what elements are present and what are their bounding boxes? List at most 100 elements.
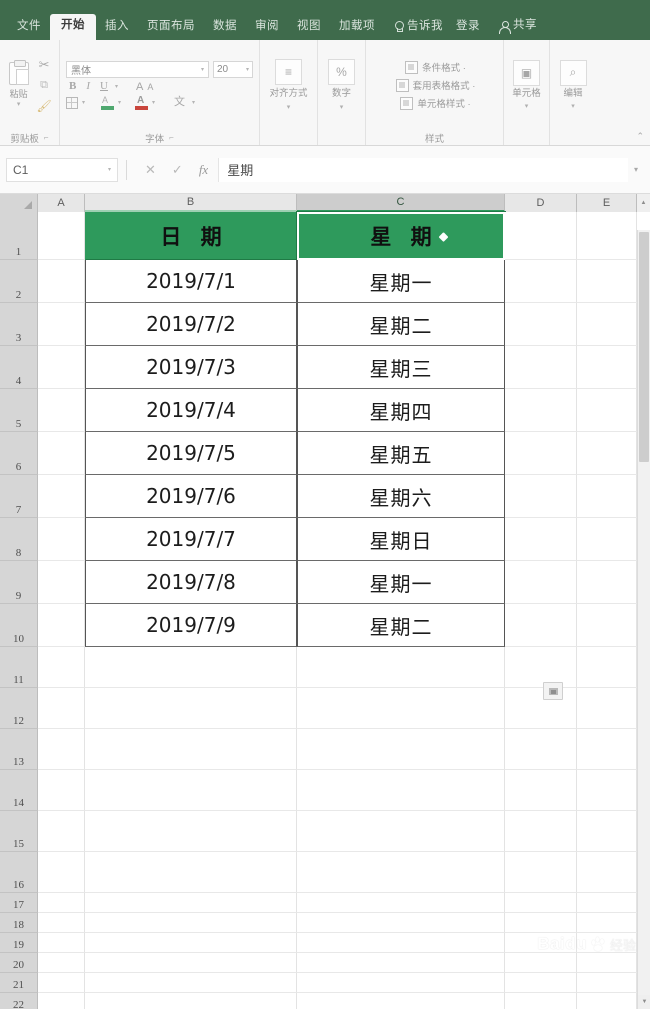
insert-cells-icon[interactable]: ▣ (513, 59, 540, 86)
cell-C15[interactable] (297, 811, 505, 852)
row-header-19[interactable]: 19 (0, 933, 38, 953)
cell-A3[interactable] (38, 303, 85, 346)
cell-D13[interactable] (505, 729, 577, 770)
cut-icon[interactable]: ✂ (39, 58, 50, 71)
cell-E11[interactable] (577, 647, 637, 688)
cell-A13[interactable] (38, 729, 85, 770)
cell-A6[interactable] (38, 432, 85, 475)
font-dialog-launcher[interactable]: ⌐ (169, 133, 174, 142)
cell-C14[interactable] (297, 770, 505, 811)
cell-E7[interactable] (577, 475, 637, 518)
format-painter-icon[interactable]: 🖌 (36, 100, 51, 112)
cell-D5[interactable] (505, 389, 577, 432)
row-header-17[interactable]: 17 (0, 893, 38, 913)
cell-C13[interactable] (297, 729, 505, 770)
underline-caret-icon[interactable]: ▾ (115, 83, 118, 90)
cell-D6[interactable] (505, 432, 577, 475)
cell-D12[interactable] (505, 688, 577, 729)
cell-E9[interactable] (577, 561, 637, 604)
cell-D18[interactable] (505, 913, 577, 933)
cell-B8[interactable]: 2019/7/7 (85, 518, 297, 561)
cell-A5[interactable] (38, 389, 85, 432)
cell-A21[interactable] (38, 973, 85, 993)
cell-A1[interactable] (38, 212, 85, 260)
row-header-9[interactable]: 9 (0, 561, 38, 604)
tab-home[interactable]: 开始 (50, 13, 96, 40)
cell-B2[interactable]: 2019/7/1 (85, 260, 297, 303)
cell-B3[interactable]: 2019/7/2 (85, 303, 297, 346)
name-box[interactable]: C1 ▾ (6, 157, 118, 182)
cell-A2[interactable] (38, 260, 85, 303)
shrink-font-button[interactable]: A (147, 82, 153, 92)
tab-review[interactable]: 审阅 (246, 16, 288, 41)
cell-E1[interactable] (577, 212, 637, 260)
vertical-scrollbar-thumb[interactable] (639, 232, 649, 462)
cell-A11[interactable] (38, 647, 85, 688)
cell-E12[interactable] (577, 688, 637, 729)
cell-E14[interactable] (577, 770, 637, 811)
tab-data[interactable]: 数据 (204, 16, 246, 41)
cell-A4[interactable] (38, 346, 85, 389)
font-size-input[interactable]: 20 ▾ (213, 60, 253, 78)
row-header-13[interactable]: 13 (0, 729, 38, 770)
cell-B11[interactable] (85, 647, 297, 688)
cell-E21[interactable] (577, 973, 637, 993)
row-header-1[interactable]: 1 (0, 212, 38, 260)
cell-B12[interactable] (85, 688, 297, 729)
cell-B20[interactable] (85, 953, 297, 973)
cell-E5[interactable] (577, 389, 637, 432)
tab-page-layout[interactable]: 页面布局 (138, 16, 204, 41)
row-header-11[interactable]: 11 (0, 647, 38, 688)
cell-D19[interactable] (505, 933, 577, 953)
tab-insert[interactable]: 插入 (96, 16, 138, 41)
tab-view[interactable]: 视图 (288, 16, 330, 41)
scroll-down-button[interactable]: ▼ (638, 995, 650, 1009)
column-header-d[interactable]: D (505, 194, 577, 212)
cell-E18[interactable] (577, 913, 637, 933)
cell-C17[interactable] (297, 893, 505, 913)
cell-C11[interactable] (297, 647, 505, 688)
cell-C12[interactable] (297, 688, 505, 729)
cell-C8[interactable]: 星期日 (297, 518, 505, 561)
fill-color-caret-icon[interactable]: ▾ (118, 99, 121, 106)
alignment-button[interactable]: ≡ (275, 58, 302, 85)
copy-icon[interactable]: ⧉ (40, 79, 48, 91)
share-button[interactable]: 共享 (489, 15, 547, 40)
row-header-2[interactable]: 2 (0, 260, 38, 303)
paste-caret-icon[interactable]: ▾ (17, 100, 21, 108)
expand-formula-bar-icon[interactable]: ▾ (628, 165, 644, 174)
search-icon[interactable]: ⌕ (559, 59, 587, 86)
grow-font-button[interactable]: A (136, 81, 143, 93)
row-header-14[interactable]: 14 (0, 770, 38, 811)
column-header-e[interactable]: E (577, 194, 637, 212)
percent-style-button[interactable]: % (328, 58, 355, 85)
cell-A16[interactable] (38, 852, 85, 893)
confirm-icon[interactable]: ✓ (172, 162, 183, 178)
cell-C4[interactable]: 星期三 (297, 346, 505, 389)
cell-D9[interactable] (505, 561, 577, 604)
cell-D20[interactable] (505, 953, 577, 973)
cell-B10[interactable]: 2019/7/9 (85, 604, 297, 647)
cell-C21[interactable] (297, 973, 505, 993)
cell-E17[interactable] (577, 893, 637, 913)
collapse-ribbon-icon[interactable]: ⌃ (636, 131, 644, 142)
cell-D11[interactable] (505, 647, 577, 688)
cell-A20[interactable] (38, 953, 85, 973)
cell-D22[interactable] (505, 993, 577, 1009)
cell-A12[interactable] (38, 688, 85, 729)
column-header-b[interactable]: B (85, 194, 297, 212)
scroll-up-button[interactable]: ▲ (637, 194, 650, 212)
cell-A14[interactable] (38, 770, 85, 811)
italic-button[interactable]: I (83, 81, 93, 92)
conditional-formatting-button[interactable]: 条件格式 · (405, 60, 466, 74)
cell-A15[interactable] (38, 811, 85, 852)
cell-D7[interactable] (505, 475, 577, 518)
row-header-21[interactable]: 21 (0, 973, 38, 993)
row-header-8[interactable]: 8 (0, 518, 38, 561)
format-as-table-button[interactable]: 套用表格格式 · (395, 78, 475, 92)
cell-C16[interactable] (297, 852, 505, 893)
cell-D21[interactable] (505, 973, 577, 993)
row-header-4[interactable]: 4 (0, 346, 38, 389)
cancel-icon[interactable]: ✕ (145, 162, 156, 178)
row-header-15[interactable]: 15 (0, 811, 38, 852)
